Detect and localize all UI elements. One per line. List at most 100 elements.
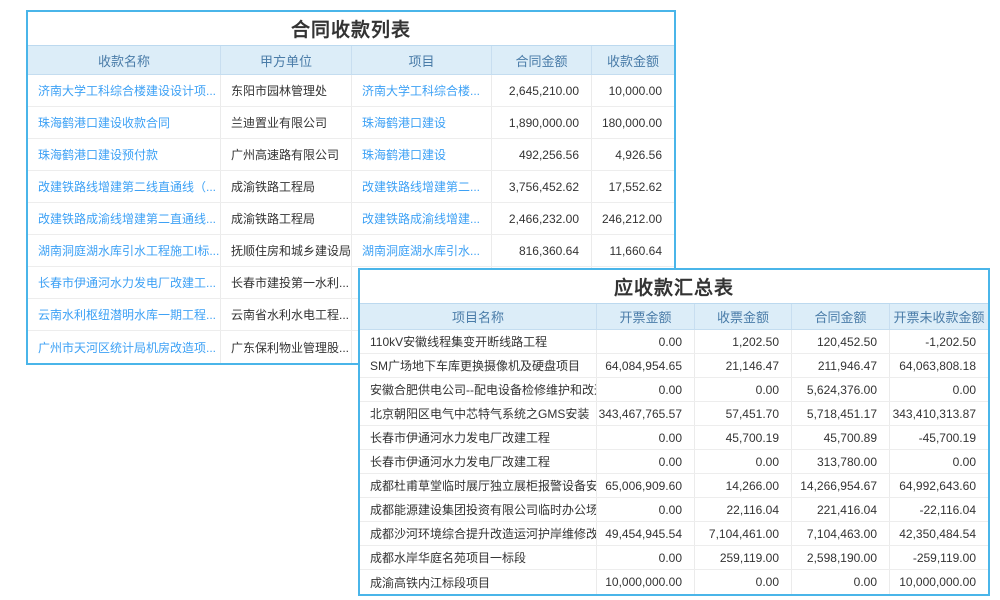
contract-receipts-table-title: 合同收款列表 [28,12,674,45]
table-row: 珠海鹤港口建设收款合同兰迪置业有限公司珠海鹤港口建设1,890,000.0018… [28,107,674,139]
project-name-cell: 110kV安徽线程集变开断线路工程 [360,330,597,353]
received-invoice-amount-cell: 1,202.50 [695,330,792,353]
table-row: 成都能源建设集团投资有限公司临时办公场所...0.0022,116.04221,… [360,498,988,522]
invoiced-unpaid-amount-cell: -259,119.00 [890,546,988,569]
invoiced-unpaid-amount-cell: 64,992,643.60 [890,474,988,497]
column-header: 开票金额 [597,304,695,329]
contract-amount-cell: 5,624,376.00 [792,378,890,401]
receipt-name-link[interactable]: 珠海鹤港口建设预付款 [28,139,221,170]
invoiced-unpaid-amount-cell: -1,202.50 [890,330,988,353]
table-row: 长春市伊通河水力发电厂改建工程0.0045,700.1945,700.89-45… [360,426,988,450]
receivables-summary-table-title: 应收款汇总表 [360,270,988,303]
receipt-name-link[interactable]: 广州市天河区统计局机房改造项... [28,331,221,363]
received-invoice-amount-cell: 14,266.00 [695,474,792,497]
received-invoice-amount-cell: 259,119.00 [695,546,792,569]
column-header: 合同金额 [492,46,592,74]
project-name-cell: 成都能源建设集团投资有限公司临时办公场所... [360,498,597,521]
party-a-cell: 广州高速路有限公司 [221,139,352,170]
column-header: 开票未收款金额 [890,304,988,329]
invoiced-unpaid-amount-cell: 10,000,000.00 [890,570,988,594]
invoiced-amount-cell: 0.00 [597,378,695,401]
receipt-name-link[interactable]: 湖南洞庭湖水库引水工程施工I标... [28,235,221,266]
invoiced-amount-cell: 64,084,954.65 [597,354,695,377]
received-amount-cell: 17,552.62 [592,171,674,202]
invoiced-amount-cell: 0.00 [597,546,695,569]
contract-receipts-table-header: 收款名称甲方单位项目合同金额收款金额 [28,45,674,75]
contract-amount-cell: 5,718,451.17 [792,402,890,425]
invoiced-amount-cell: 343,467,765.57 [597,402,695,425]
invoiced-amount-cell: 0.00 [597,426,695,449]
received-amount-cell: 246,212.00 [592,203,674,234]
project-name-cell: 北京朝阳区电气中芯特气系统之GMS安装 [360,402,597,425]
project-link[interactable]: 珠海鹤港口建设 [352,139,492,170]
table-row: 成渝高铁内江标段项目10,000,000.000.000.0010,000,00… [360,570,988,594]
table-row: 济南大学工科综合楼建设设计项...东阳市园林管理处济南大学工科综合楼...2,6… [28,75,674,107]
project-name-cell: 成渝高铁内江标段项目 [360,570,597,594]
receipt-name-link[interactable]: 云南水利枢纽潜明水库一期工程... [28,299,221,330]
column-header: 收款金额 [592,46,674,74]
project-link[interactable]: 湖南洞庭湖水库引水... [352,235,492,266]
contract-amount-cell: 816,360.64 [492,235,592,266]
party-a-cell: 成渝铁路工程局 [221,171,352,202]
contract-amount-cell: 2,598,190.00 [792,546,890,569]
invoiced-amount-cell: 0.00 [597,330,695,353]
project-link[interactable]: 改建铁路线增建第二... [352,171,492,202]
receipt-name-link[interactable]: 长春市伊通河水力发电厂改建工... [28,267,221,298]
received-invoice-amount-cell: 0.00 [695,570,792,594]
received-invoice-amount-cell: 21,146.47 [695,354,792,377]
table-row: 湖南洞庭湖水库引水工程施工I标...抚顺住房和城乡建设局湖南洞庭湖水库引水...… [28,235,674,267]
column-header: 收票金额 [695,304,792,329]
contract-amount-cell: 1,890,000.00 [492,107,592,138]
received-invoice-amount-cell: 0.00 [695,378,792,401]
project-name-cell: 安徽合肥供电公司--配电设备检修维护和改造 [360,378,597,401]
project-link[interactable]: 珠海鹤港口建设 [352,107,492,138]
project-link[interactable]: 改建铁路成渝线增建... [352,203,492,234]
receivables-summary-table-header: 项目名称开票金额收票金额合同金额开票未收款金额 [360,303,988,330]
contract-amount-cell: 492,256.56 [492,139,592,170]
receivables-summary-table-body: 110kV安徽线程集变开断线路工程0.001,202.50120,452.50-… [360,330,988,594]
column-header: 合同金额 [792,304,890,329]
party-a-cell: 兰迪置业有限公司 [221,107,352,138]
table-row: 北京朝阳区电气中芯特气系统之GMS安装343,467,765.5757,451.… [360,402,988,426]
party-a-cell: 成渝铁路工程局 [221,203,352,234]
receipt-name-link[interactable]: 改建铁路线增建第二线直通线（... [28,171,221,202]
contract-amount-cell: 211,946.47 [792,354,890,377]
received-amount-cell: 10,000.00 [592,75,674,106]
invoiced-unpaid-amount-cell: -45,700.19 [890,426,988,449]
contract-amount-cell: 7,104,463.00 [792,522,890,545]
contract-amount-cell: 221,416.04 [792,498,890,521]
receivables-summary-table: 应收款汇总表 项目名称开票金额收票金额合同金额开票未收款金额 110kV安徽线程… [358,268,990,596]
receipt-name-link[interactable]: 改建铁路成渝线增建第二直通线... [28,203,221,234]
table-row: 110kV安徽线程集变开断线路工程0.001,202.50120,452.50-… [360,330,988,354]
invoiced-unpaid-amount-cell: 343,410,313.87 [890,402,988,425]
table-row: 成都沙河环境综合提升改造运河护岸维修改造49,454,945.54 7,104,4… [360,522,988,546]
invoiced-amount-cell: 0.00 [597,450,695,473]
project-link[interactable]: 济南大学工科综合楼... [352,75,492,106]
project-name-cell: 成都沙河环境综合提升改造运河护岸维修改造 [360,522,597,545]
receipt-name-link[interactable]: 济南大学工科综合楼建设设计项... [28,75,221,106]
invoiced-unpaid-amount-cell: 0.00 [890,378,988,401]
invoiced-amount-cell: 65,006,909.60 [597,474,695,497]
table-row: 珠海鹤港口建设预付款广州高速路有限公司珠海鹤港口建设492,256.564,92… [28,139,674,171]
received-invoice-amount-cell: 22,116.04 [695,498,792,521]
project-name-cell: 长春市伊通河水力发电厂改建工程 [360,426,597,449]
contract-amount-cell: 2,645,210.00 [492,75,592,106]
party-a-cell: 云南省水利水电工程... [221,299,352,330]
received-amount-cell: 11,660.64 [592,235,674,266]
receipt-name-link[interactable]: 珠海鹤港口建设收款合同 [28,107,221,138]
invoiced-unpaid-amount-cell: 0.00 [890,450,988,473]
project-name-cell: 长春市伊通河水力发电厂改建工程 [360,450,597,473]
invoiced-unpaid-amount-cell: 64,063,808.18 [890,354,988,377]
table-row: 成都杜甫草堂临时展厅独立展柜报警设备安装...65,006,909.6014,2… [360,474,988,498]
contract-amount-cell: 0.00 [792,570,890,594]
column-header: 收款名称 [28,46,221,74]
invoiced-amount-cell: 49,454,945.54 [597,522,695,545]
contract-amount-cell: 45,700.89 [792,426,890,449]
contract-amount-cell: 3,756,452.62 [492,171,592,202]
party-a-cell: 广东保利物业管理股... [221,331,352,363]
contract-amount-cell: 2,466,232.00 [492,203,592,234]
table-row: 改建铁路成渝线增建第二直通线...成渝铁路工程局改建铁路成渝线增建...2,46… [28,203,674,235]
received-invoice-amount-cell: 45,700.19 [695,426,792,449]
table-row: 成都水岸华庭名苑项目一标段0.00259,119.002,598,190.00-… [360,546,988,570]
party-a-cell: 东阳市园林管理处 [221,75,352,106]
